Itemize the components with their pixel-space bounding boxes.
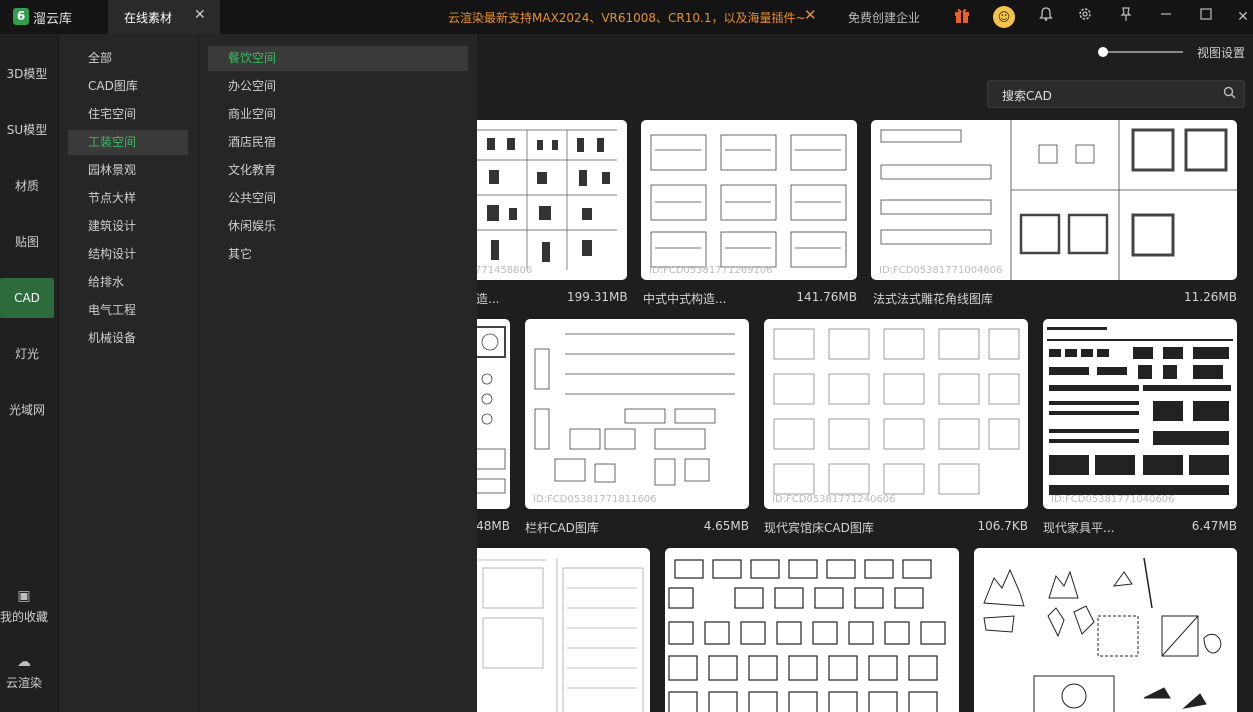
subcategory-list: 餐饮空间 办公空间 商业空间 酒店民宿 文化教育 公共空间 休闲娱乐 其它 <box>198 34 477 712</box>
nav-cloud-render-label: 云渲染 <box>5 676 42 690</box>
cloud-render-icon: ☁ <box>17 654 31 670</box>
cad-drawing-thumbnail <box>477 558 644 712</box>
asset-size: 11.26MB <box>1184 290 1237 304</box>
create-enterprise-link[interactable]: 免费创建企业 <box>848 9 920 26</box>
asset-card-thumbnail[interactable] <box>974 548 1237 712</box>
category-item[interactable]: 园林景观 <box>68 158 188 183</box>
gift-icon[interactable] <box>951 6 973 28</box>
cad-drawing-thumbnail <box>773 328 1020 495</box>
category-item[interactable]: 机械设备 <box>68 326 188 351</box>
asset-card-thumbnail[interactable]: ID:FCD05381771040606 <box>1043 319 1237 509</box>
promo-banner-text[interactable]: 云渲染最新支持MAX2024、VR61008、CR10.1，以及海量插件~ <box>448 9 806 26</box>
category-item[interactable]: 电气工程 <box>68 298 188 323</box>
asset-size: 199.31MB <box>567 290 628 304</box>
nav-item-su-model[interactable]: SU模型 <box>0 110 54 150</box>
search-placeholder: 搜索CAD <box>1002 89 1052 103</box>
asset-size: 4.65MB <box>703 519 749 533</box>
avatar[interactable]: ☺ <box>993 6 1015 28</box>
app-name: 溜云库 <box>33 12 73 27</box>
asset-name: 造... <box>477 292 500 306</box>
nav-favorites[interactable]: ▣ 我的收藏 <box>0 588 48 625</box>
nav-item-light[interactable]: 灯光 <box>0 334 54 374</box>
category-item[interactable]: 节点大样 <box>68 186 188 211</box>
nav-item-3d-model[interactable]: 3D模型 <box>0 54 54 94</box>
asset-name: 现代宾馆床CAD图库 <box>764 521 874 535</box>
asset-id: ID:FCD05381771004606 <box>879 265 1003 276</box>
asset-card-thumbnail[interactable] <box>477 548 650 712</box>
asset-id: ID:FCD05381771040606 <box>1051 494 1175 505</box>
search-icon[interactable] <box>1223 86 1236 103</box>
asset-card-thumbnail[interactable] <box>665 548 959 712</box>
subcategory-item[interactable]: 酒店民宿 <box>208 130 468 155</box>
cad-drawing-thumbnail <box>477 129 617 270</box>
asset-name: 法式法式雕花角线图库 <box>873 292 994 306</box>
nav-item-cad[interactable]: CAD <box>0 278 54 318</box>
gear-icon[interactable] <box>1074 6 1096 28</box>
asset-card-thumbnail[interactable]: ID:FCD05381771811606 <box>525 319 749 509</box>
tab-label: 在线素材 <box>124 11 173 25</box>
category-item[interactable]: 建筑设计 <box>68 214 188 239</box>
nav-cloud-render[interactable]: ☁ 云渲染 <box>0 654 48 691</box>
maximize-icon[interactable] <box>1195 6 1217 28</box>
bell-icon[interactable] <box>1035 6 1057 28</box>
asset-card-thumbnail[interactable]: ID:FCD05381771004606 <box>871 120 1237 280</box>
cad-drawing-thumbnail <box>650 134 847 268</box>
nav-item-texture[interactable]: 贴图 <box>0 222 54 262</box>
cad-drawing-thumbnail <box>1047 327 1233 495</box>
slider-handle[interactable] <box>1098 47 1108 57</box>
asset-grid-area: 视图设置 搜索CAD 771458806 造... 199.31MB ID:FC… <box>477 34 1253 712</box>
search-input[interactable]: 搜索CAD <box>987 80 1245 108</box>
promo-close-icon[interactable]: ✕ <box>804 6 817 24</box>
asset-size: 141.76MB <box>796 290 857 304</box>
nav-item-material[interactable]: 材质 <box>0 166 54 206</box>
asset-id: 771458806 <box>477 265 533 276</box>
asset-id: ID:FCD05381771269106 <box>649 265 773 276</box>
asset-id: ID:FCD05381771811606 <box>533 494 657 505</box>
subcategory-item[interactable]: 其它 <box>208 242 468 267</box>
asset-card-thumbnail[interactable]: 771458806 <box>477 120 627 280</box>
subcategory-item[interactable]: 文化教育 <box>208 158 468 183</box>
subcategory-item[interactable]: 休闲娱乐 <box>208 214 468 239</box>
close-icon[interactable]: ✕ <box>1232 6 1253 28</box>
subcategory-item-active[interactable]: 餐饮空间 <box>208 46 468 71</box>
category-item[interactable]: 全部 <box>68 46 188 71</box>
cad-drawing-thumbnail <box>880 120 1237 280</box>
cad-drawing-thumbnail <box>983 557 1222 712</box>
asset-name: 中式中式构造... <box>643 292 727 306</box>
asset-size: 106.7KB <box>977 519 1028 533</box>
category-item[interactable]: 给排水 <box>68 270 188 295</box>
asset-id: ID:FCD05381771240606 <box>772 494 896 505</box>
category-item[interactable]: 结构设计 <box>68 242 188 267</box>
view-size-slider[interactable] <box>1098 47 1183 57</box>
nav-favorites-label: 我的收藏 <box>0 610 49 624</box>
main-nav: 3D模型 SU模型 材质 贴图 CAD 灯光 光域网 ▣ 我的收藏 ☁ 云渲染 <box>0 34 58 712</box>
asset-name: 现代家具平... <box>1043 521 1115 535</box>
subcategory-item[interactable]: 商业空间 <box>208 102 468 127</box>
subcategory-item[interactable]: 办公空间 <box>208 74 468 99</box>
subcategory-item[interactable]: 公共空间 <box>208 186 468 211</box>
asset-card-thumbnail[interactable]: ID:FCD05381771240606 <box>764 319 1028 509</box>
tab-online-assets[interactable]: 在线素材 ✕ <box>108 0 220 34</box>
view-settings-button[interactable]: 视图设置 <box>1197 44 1245 61</box>
asset-card-thumbnail[interactable]: ID:FCD05381771269106 <box>641 120 857 280</box>
minimize-icon[interactable] <box>1155 6 1177 28</box>
pin-icon[interactable] <box>1115 6 1137 28</box>
asset-name: 栏杆CAD图库 <box>525 521 599 535</box>
category-item[interactable]: CAD图库 <box>68 74 188 99</box>
category-item[interactable]: 住宅空间 <box>68 102 188 127</box>
app-logo-icon: 6 <box>13 8 29 25</box>
title-bar: 6 溜云库 在线素材 ✕ 云渲染最新支持MAX2024、VR61008、CR10… <box>0 0 1253 34</box>
asset-card-thumbnail[interactable] <box>477 319 510 509</box>
category-item-active[interactable]: 工装空间 <box>68 130 188 155</box>
tab-close-icon[interactable]: ✕ <box>194 7 206 23</box>
nav-item-ies[interactable]: 光域网 <box>0 390 54 430</box>
cad-drawing-thumbnail <box>668 559 946 712</box>
cad-drawing-thumbnail <box>477 326 506 494</box>
cad-drawing-thumbnail <box>534 333 735 486</box>
asset-size: 6.47MB <box>1191 519 1237 533</box>
asset-size: 48MB <box>477 519 510 533</box>
favorites-icon: ▣ <box>17 588 31 604</box>
category-list: 全部 CAD图库 住宅空间 工装空间 园林景观 节点大样 建筑设计 结构设计 给… <box>58 34 198 712</box>
